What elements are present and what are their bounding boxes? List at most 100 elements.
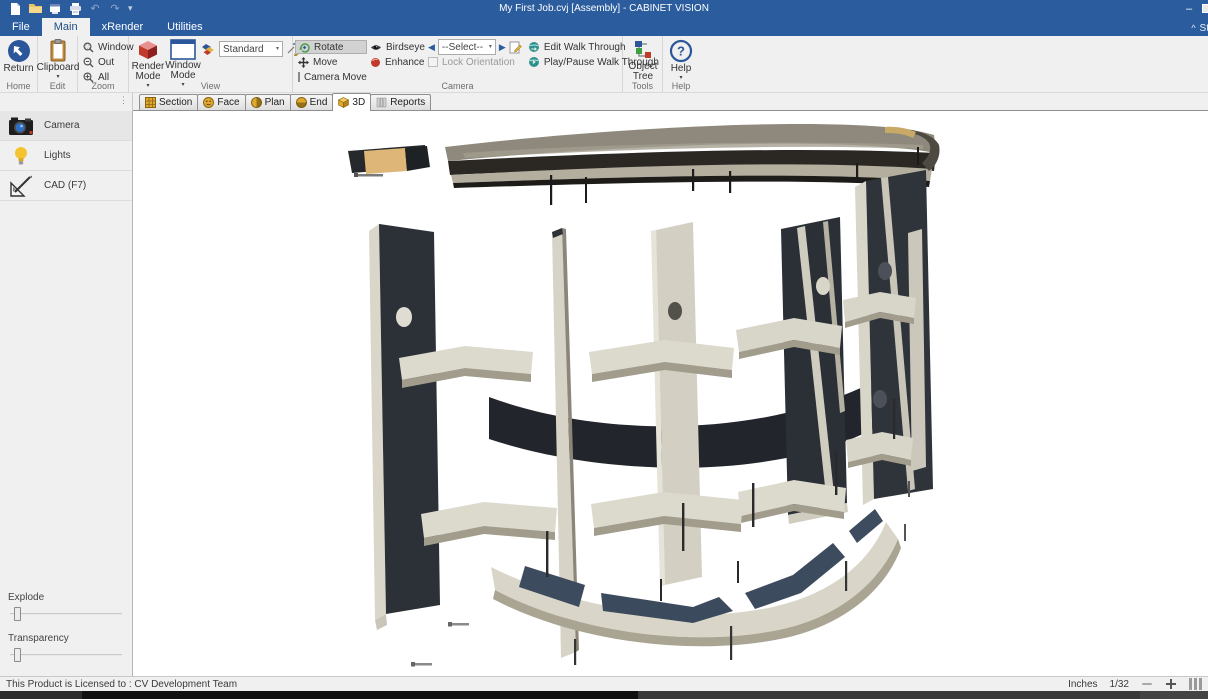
grid-status-icon[interactable] xyxy=(1189,678,1202,690)
birdseye-eye-icon xyxy=(370,43,382,52)
return-button[interactable]: Return xyxy=(2,38,35,74)
view-tab-end[interactable]: End xyxy=(290,94,334,110)
tab-utilities[interactable]: Utilities xyxy=(155,18,214,36)
lock-orientation-checkbox xyxy=(428,57,438,67)
ribbon-collapse-label: Sty xyxy=(1200,23,1208,34)
view-tab-reports-label: Reports xyxy=(390,97,425,108)
clipboard-button[interactable]: Clipboard ▾ xyxy=(40,38,76,80)
help-button[interactable]: ? Help ▾ xyxy=(665,38,697,81)
titlebar: ↶ ↷ ▾ My First Job.cvj [Assembly] - CABI… xyxy=(0,0,1208,17)
move-icon xyxy=(298,57,309,68)
magnifier-out-icon xyxy=(83,57,94,68)
camera-select-caret-icon: ▾ xyxy=(489,44,492,50)
statusbar: This Product is Licensed to : CV Develop… xyxy=(0,676,1208,691)
view-tab-3d-label: 3D xyxy=(352,97,365,108)
application-window: ↶ ↷ ▾ My First Job.cvj [Assembly] - CABI… xyxy=(0,0,1208,699)
reports-icon xyxy=(376,97,387,108)
end-icon xyxy=(296,97,307,108)
print-icon[interactable] xyxy=(68,3,82,15)
explode-slider-thumb[interactable] xyxy=(14,607,21,621)
camera-select-value: --Select-- xyxy=(442,42,483,53)
explode-label: Explode xyxy=(8,592,124,603)
sidebar-item-camera[interactable]: Camera xyxy=(0,111,132,141)
open-folder-icon[interactable] xyxy=(28,3,42,15)
sidebar-item-lights[interactable]: Lights xyxy=(0,141,132,171)
ribbon-group-view: Render Mode ▾ Window Mode ▾ Standard ▾ xyxy=(129,36,293,92)
tab-main[interactable]: Main xyxy=(42,18,90,36)
new-document-icon[interactable] xyxy=(8,3,22,15)
window-mode-icon xyxy=(170,39,196,60)
enhance-button[interactable]: Enhance xyxy=(367,55,425,69)
view-tab-section[interactable]: Section xyxy=(139,94,198,110)
transparency-slider-track[interactable] xyxy=(10,654,122,656)
group-label-tools: Tools xyxy=(623,81,662,92)
ribbon-group-tools: Object Tree Tools xyxy=(623,36,663,92)
enhance-label: Enhance xyxy=(385,57,424,68)
view-style-dropdown[interactable]: Standard ▾ xyxy=(219,41,283,57)
section-grid-icon xyxy=(145,97,156,108)
ribbon-group-help: ? Help ▾ Help xyxy=(663,36,699,92)
return-arrow-icon xyxy=(7,39,31,63)
help-button-label: Help xyxy=(671,64,692,74)
ribbon-tab-row: File Main xRender Utilities ^Sty xyxy=(0,17,1208,36)
sub-header-row: ⋮ Section Face Plan xyxy=(0,93,1208,111)
move-button[interactable]: Move xyxy=(295,55,367,69)
ribbon-group-edit: Clipboard ▾ Edit xyxy=(38,36,78,92)
edit-walkthrough-label: Edit Walk Through xyxy=(544,42,626,53)
save-icon[interactable] xyxy=(48,3,62,15)
birdseye-label: Birdseye xyxy=(386,42,425,53)
window-control-partial-icon[interactable] xyxy=(1202,4,1208,13)
taskbar-segment xyxy=(82,691,638,699)
scale-label: 1/32 xyxy=(1110,679,1129,690)
zoom-in-status-icon[interactable] xyxy=(1165,678,1177,690)
minimize-button[interactable]: – xyxy=(1176,3,1202,15)
camera-select-dropdown[interactable]: --Select-- ▾ xyxy=(438,39,496,55)
lock-orientation-row: Lock Orientation xyxy=(425,55,525,69)
view-tab-face[interactable]: Face xyxy=(197,94,245,110)
view-tab-plan-label: Plan xyxy=(265,97,285,108)
cube-3d-icon xyxy=(338,97,349,108)
tab-file[interactable]: File xyxy=(0,18,42,36)
set-square-icon xyxy=(8,175,34,197)
sidebar-item-cad[interactable]: CAD (F7) xyxy=(0,171,132,201)
sidebar-item-cad-label: CAD (F7) xyxy=(44,180,86,191)
view-tab-end-label: End xyxy=(310,97,328,108)
quick-access-more-icon[interactable]: ▾ xyxy=(128,3,133,14)
camera-next-arrow[interactable]: ▶ xyxy=(499,42,506,53)
camera-icon xyxy=(8,116,34,136)
redo-icon[interactable]: ↷ xyxy=(108,3,122,15)
taskbar-segment xyxy=(1140,691,1208,699)
view-tab-reports[interactable]: Reports xyxy=(370,94,431,110)
plan-icon xyxy=(251,97,262,108)
transparency-label: Transparency xyxy=(8,633,124,644)
undo-icon[interactable]: ↶ xyxy=(88,3,102,15)
birdseye-button[interactable]: Birdseye xyxy=(367,40,425,54)
taskbar-strip[interactable] xyxy=(0,691,1208,699)
rotate-button[interactable]: Rotate xyxy=(295,40,367,54)
zoom-out-status-icon[interactable] xyxy=(1141,678,1153,690)
object-tree-button[interactable]: Object Tree xyxy=(625,38,661,82)
explode-slider[interactable] xyxy=(8,607,124,621)
rotate-label: Rotate xyxy=(314,42,343,53)
view-tab-plan[interactable]: Plan xyxy=(245,94,291,110)
ribbon-collapse-control[interactable]: ^Sty xyxy=(1191,23,1208,34)
explode-slider-track[interactable] xyxy=(10,613,122,615)
edit-camera-icon[interactable] xyxy=(509,41,522,54)
transparency-slider-thumb[interactable] xyxy=(14,648,21,662)
lightbulb-icon xyxy=(8,146,34,166)
group-label-view: View xyxy=(129,81,292,92)
play-walkthrough-globe-icon xyxy=(528,56,540,68)
window-mode-label: Window Mode xyxy=(165,61,201,81)
render-mode-label: Render Mode xyxy=(131,62,165,82)
splitter-handle-icon[interactable]: ⋮ xyxy=(119,95,128,106)
3d-viewport[interactable] xyxy=(133,111,1208,676)
view-tab-3d[interactable]: 3D xyxy=(332,93,371,111)
units-label: Inches xyxy=(1068,679,1097,690)
countertop xyxy=(348,124,940,205)
camera-prev-arrow[interactable]: ◀ xyxy=(428,42,435,53)
transparency-slider-block: Transparency xyxy=(0,629,132,676)
rotate-icon xyxy=(299,42,310,53)
tab-xrender[interactable]: xRender xyxy=(90,18,156,36)
enhance-icon xyxy=(370,57,381,68)
transparency-slider[interactable] xyxy=(8,648,124,662)
